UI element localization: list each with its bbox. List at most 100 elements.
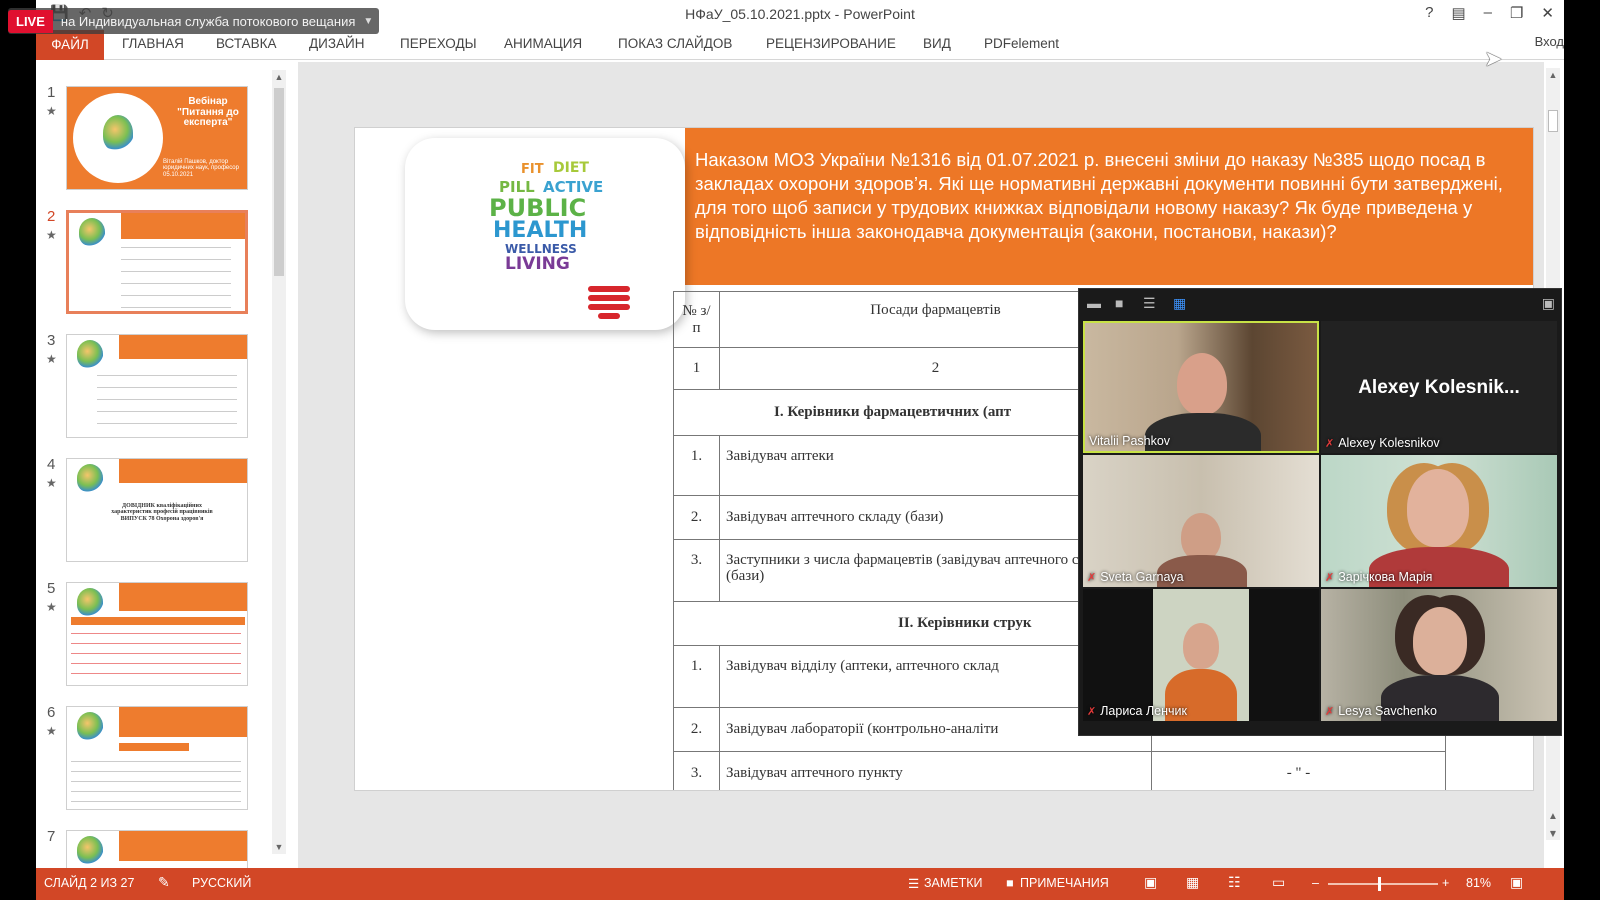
animation-star-icon: ★ [46,352,57,366]
slide-thumbnail-4[interactable]: 4 ★ ДОВІДНИК кваліфікаційних характерист… [36,456,286,566]
logo-word-diet: DIET [553,160,589,176]
animation-star-icon: ★ [46,724,57,738]
scroll-down-icon[interactable]: ▼ [272,840,286,854]
tab-transitions[interactable]: ПЕРЕХОДЫ [400,36,477,51]
speaker-view-icon[interactable]: ■ [1115,295,1123,311]
live-stream-banner[interactable]: LIVE на Индивидуальная служба потокового… [8,8,380,34]
animation-star-icon: ★ [46,104,57,118]
thumbnail-subtitle: Віталій Пашков, доктор юридичних наук, п… [163,159,239,178]
thumbnail-title: Вебінар "Питання до експерта" [177,96,239,128]
participant-tile[interactable]: ✗ Зарічкова Марія [1321,455,1557,587]
participant-tile[interactable]: ✗ Лариса Ленчик [1083,589,1319,721]
minimize-icon[interactable]: – [1484,4,1492,22]
mic-muted-icon: ✗ [1087,571,1097,584]
thumbnail-number: 1 [47,84,56,101]
slide-thumbnail-3[interactable]: 3 ★ [36,332,286,442]
tab-design[interactable]: ДИЗАЙН [309,36,364,51]
public-health-logo: FIT DIET PILL ACTIVE PUBLIC HEALTH WELLN… [405,138,685,330]
participant-tile[interactable]: Alexey Kolesnik... ✗ Alexey Kolesnikov [1321,321,1557,453]
slide-thumbnail-7[interactable]: 7 [36,828,286,868]
gallery-toolbar: ▬ ■ ☰ ▦ ▣ [1079,289,1561,319]
table-cell: 1. [673,435,720,496]
ribbon-tabs: ФАЙЛ ГЛАВНАЯ ВСТАВКА ДИЗАЙН ПЕРЕХОДЫ АНИ… [36,30,1564,60]
participant-name: ✗ Sveta Garnaya [1087,570,1184,584]
scroll-up-icon[interactable]: ▲ [272,70,286,84]
logo-word-health: HEALTH [493,218,588,243]
bulb-base [598,313,620,319]
animation-star-icon: ★ [46,228,57,242]
table-cell: - " - [1151,751,1446,790]
zoom-slider-thumb[interactable] [1378,877,1381,891]
tab-pdfelement[interactable]: PDFelement [984,36,1059,51]
thumbnail-number: 2 [47,208,56,225]
tab-slideshow[interactable]: ПОКАЗ СЛАЙДОВ [618,36,732,51]
thumbnail-preview [66,706,248,810]
table-cell: 1. [673,645,720,708]
minimize-video-icon[interactable]: ▬ [1087,295,1101,311]
notes-icon[interactable]: ☰ [908,876,919,891]
zoom-slider[interactable] [1328,877,1438,891]
thumbnail-number: 3 [47,332,56,349]
notes-button[interactable]: ЗАМЕТКИ [924,876,983,890]
participant-name: ✗ Зарічкова Марія [1325,570,1433,584]
close-icon[interactable]: ✕ [1541,4,1554,22]
scrollbar-thumb[interactable] [1548,110,1558,132]
thumbnail-preview [66,210,248,314]
mic-muted-icon: ✗ [1325,437,1335,450]
bulb-base [588,304,630,310]
spellcheck-icon[interactable]: ✎ [158,874,170,891]
exit-fullscreen-icon[interactable]: ▣ [1542,295,1555,312]
slide-counter: СЛАЙД 2 ИЗ 27 [44,876,135,890]
stream-service-label: на Индивидуальная служба потокового веща… [60,13,356,29]
powerpoint-window: 💾 ↶ ↻ НФаУ_05.10.2021.pptx - PowerPoint … [36,0,1564,900]
comments-icon[interactable]: ■ [1006,876,1014,890]
normal-view-icon[interactable]: ▣ [1144,874,1157,891]
slide-thumbnail-6[interactable]: 6 ★ [36,704,286,814]
restore-icon[interactable]: ❐ [1510,4,1523,22]
thumbnail-bulb-icon [77,340,103,368]
video-call-gallery: ▬ ■ ☰ ▦ ▣ Vitalii Pashkov Alexey Kolesni… [1078,288,1562,736]
gallery-view-icon[interactable]: ▦ [1173,295,1186,312]
scroll-up-icon[interactable]: ▲ [1546,68,1560,82]
help-icon[interactable]: ? [1425,4,1433,22]
table-row: 3. Завідувач аптечного пункту - " - [673,751,1446,790]
zoom-in-icon[interactable]: + [1442,876,1449,890]
tab-insert[interactable]: ВСТАВКА [216,36,277,51]
slide-thumbnail-2[interactable]: 2 ★ [36,208,286,318]
thumbnails-scrollbar[interactable]: ▲ ▼ [272,70,286,854]
participant-tile[interactable]: Vitalii Pashkov [1083,321,1319,453]
reading-view-icon[interactable]: ☷ [1228,874,1241,891]
thumbnail-number: 6 [47,704,56,721]
participant-tile[interactable]: ✗ Sveta Garnaya [1083,455,1319,587]
slideshow-icon[interactable]: ▭ [1272,874,1285,891]
tab-file[interactable]: ФАЙЛ [36,30,104,60]
zoom-out-icon[interactable]: – [1312,876,1319,890]
tab-animation[interactable]: АНИМАЦИЯ [504,36,582,51]
tab-review[interactable]: РЕЦЕНЗИРОВАНИЕ [766,36,896,51]
zoom-level[interactable]: 81% [1466,876,1491,890]
participant-face [1183,623,1219,669]
participant-face [1413,607,1467,675]
tab-home[interactable]: ГЛАВНАЯ [122,36,184,51]
thumbnail-number: 7 [47,828,56,845]
comments-button[interactable]: ПРИМЕЧАНИЯ [1020,876,1109,890]
ribbon-display-icon[interactable]: ▤ [1451,4,1465,22]
chevron-down-icon[interactable]: ▼ [363,16,379,27]
thumbnail-bulb-icon [77,836,103,864]
participant-tile[interactable]: ✗ Lesya Savchenko [1321,589,1557,721]
scrollbar-thumb[interactable] [274,88,284,276]
table-header-number: № з/п [673,291,720,348]
window-controls: ? ▤ – ❐ ✕ [1425,4,1554,22]
sign-in-link[interactable]: Вход [1535,34,1564,49]
tab-view[interactable]: ВИД [923,36,951,51]
prev-next-slide-buttons[interactable]: ▲ ▼ [1548,808,1558,844]
fit-to-window-icon[interactable]: ▣ [1510,874,1523,891]
logo-word-fit: FIT [521,162,544,177]
slide-thumbnail-5[interactable]: 5 ★ [36,580,286,690]
slide-sorter-icon[interactable]: ▦ [1186,874,1199,891]
live-badge: LIVE [8,9,53,33]
slide-thumbnail-1[interactable]: 1 ★ Вебінар "Питання до експерта" Віталі… [36,84,286,194]
strip-view-icon[interactable]: ☰ [1143,295,1156,312]
participant-name: ✗ Лариса Ленчик [1087,704,1188,718]
language-indicator[interactable]: РУССКИЙ [192,876,251,890]
